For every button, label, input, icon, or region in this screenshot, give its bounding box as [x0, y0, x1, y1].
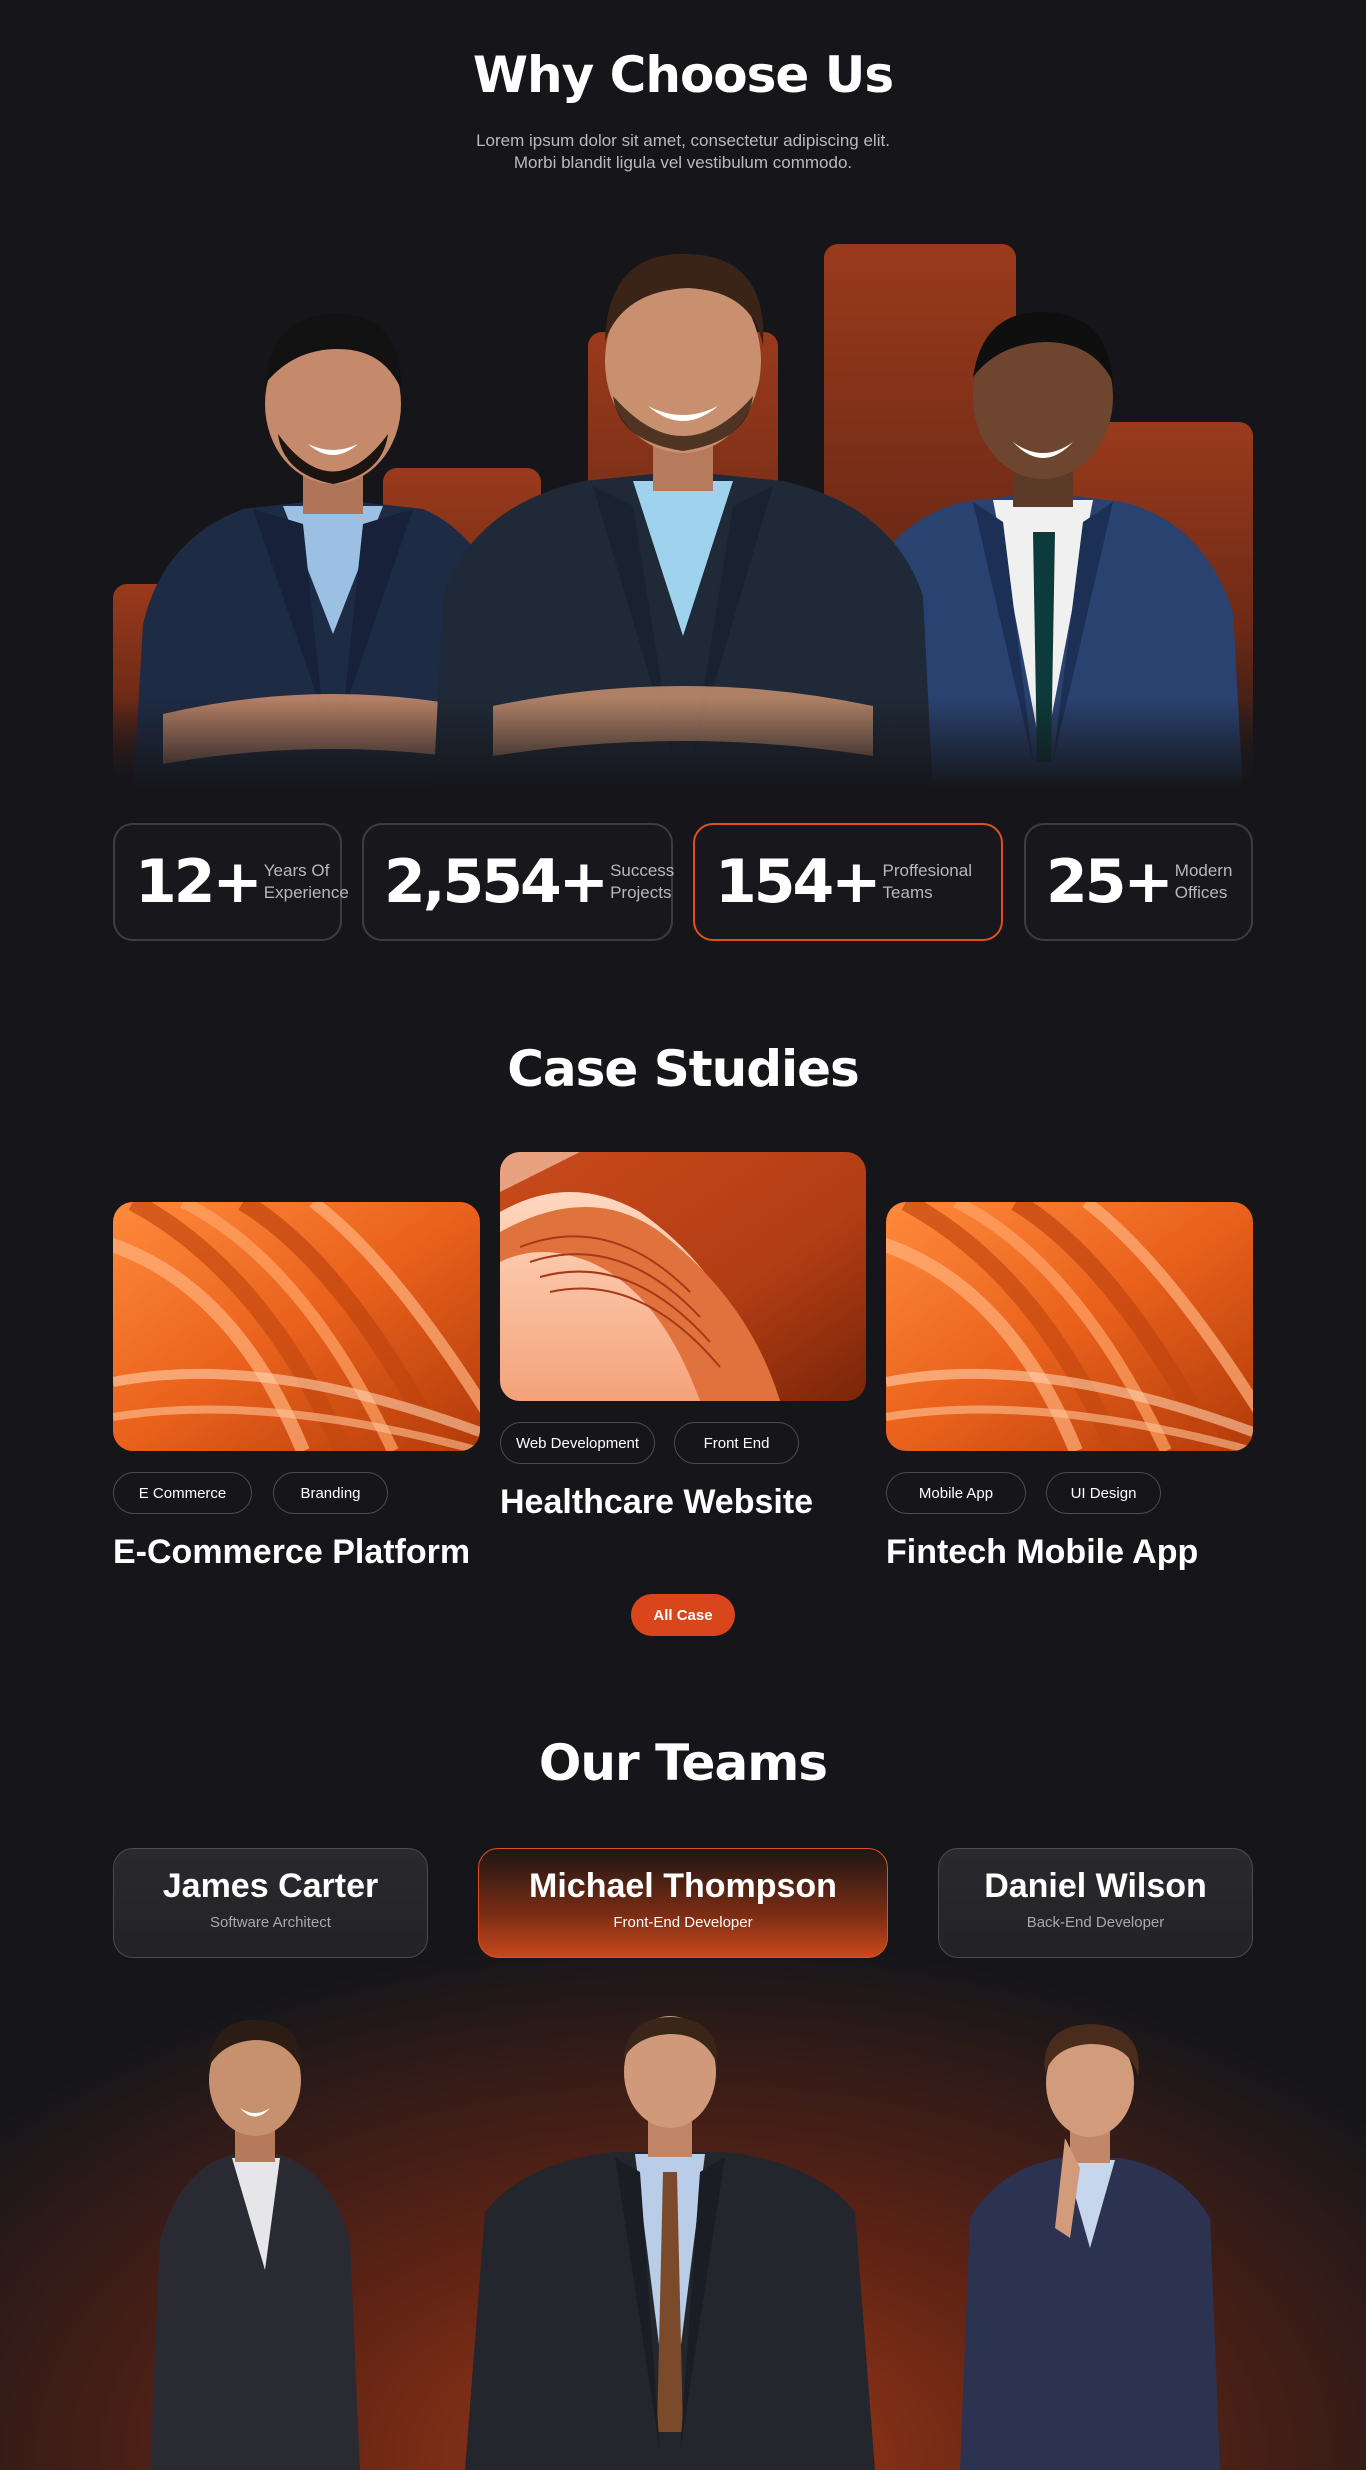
- team-member-name: Daniel Wilson: [984, 1867, 1207, 1905]
- stat-teams: 154+ Proffesional Teams: [693, 823, 1003, 941]
- case-studies-title: Case Studies: [507, 1040, 860, 1098]
- team-card-james-carter[interactable]: James Carter Software Architect: [113, 1848, 428, 1958]
- stat-number: 154+: [715, 847, 882, 917]
- team-card-michael-thompson[interactable]: Michael Thompson Front-End Developer: [478, 1848, 888, 1958]
- why-choose-us-subtitle-line2: Morbi blandit ligula vel vestibulum comm…: [513, 153, 853, 172]
- team-card-daniel-wilson[interactable]: Daniel Wilson Back-End Developer: [938, 1848, 1253, 1958]
- stat-number: 25+: [1046, 847, 1174, 917]
- case-title-fintech[interactable]: Fintech Mobile App: [886, 1533, 1198, 1572]
- case-title-healthcare[interactable]: Healthcare Website: [500, 1483, 813, 1522]
- stat-label: Proffesional Teams: [882, 861, 972, 902]
- case-image-fintech[interactable]: [886, 1202, 1253, 1451]
- team-member-name: James Carter: [162, 1867, 379, 1905]
- team-member-name: Michael Thompson: [529, 1867, 837, 1905]
- tag-web-development[interactable]: Web Development: [500, 1422, 655, 1464]
- team-photo-james-carter: [150, 2019, 360, 2470]
- stat-projects: 2,554+ Success Projects: [362, 823, 675, 941]
- team-member-role: Back-End Developer: [1026, 1914, 1165, 1931]
- stat-label: Modern Offices: [1174, 861, 1233, 902]
- stat-number: 2,554+: [384, 847, 609, 917]
- team-photo-daniel-wilson: [960, 2024, 1220, 2470]
- tag-ecommerce[interactable]: E Commerce: [113, 1472, 252, 1514]
- team-member-role: Software Architect: [210, 1914, 331, 1931]
- case-title-ecommerce[interactable]: E-Commerce Platform: [113, 1533, 470, 1572]
- stat-label: Success Projects: [610, 861, 675, 902]
- our-teams-title: Our Teams: [538, 1734, 828, 1792]
- all-case-button[interactable]: All Case: [631, 1594, 735, 1636]
- tag-ui-design[interactable]: UI Design: [1046, 1472, 1161, 1514]
- stat-label: Years Of Experience: [263, 861, 349, 902]
- tag-branding[interactable]: Branding: [273, 1472, 388, 1514]
- why-choose-us-title: Why Choose Us: [472, 46, 894, 104]
- hero-team-image: [113, 236, 1253, 788]
- hero-fade: [113, 698, 1253, 788]
- why-choose-us-subtitle-line1: Lorem ipsum dolor sit amet, consectetur …: [476, 131, 890, 150]
- stat-years: 12+ Years Of Experience: [113, 823, 349, 941]
- stat-number: 12+: [135, 847, 263, 917]
- team-member-role: Front-End Developer: [613, 1914, 753, 1931]
- stat-offices: 25+ Modern Offices: [1024, 823, 1253, 941]
- case-image-ecommerce[interactable]: [113, 1202, 480, 1451]
- team-photo-michael-thompson: [465, 2016, 875, 2470]
- case-image-healthcare[interactable]: [500, 1152, 866, 1401]
- tag-mobile-app[interactable]: Mobile App: [886, 1472, 1026, 1514]
- tag-front-end[interactable]: Front End: [674, 1422, 799, 1464]
